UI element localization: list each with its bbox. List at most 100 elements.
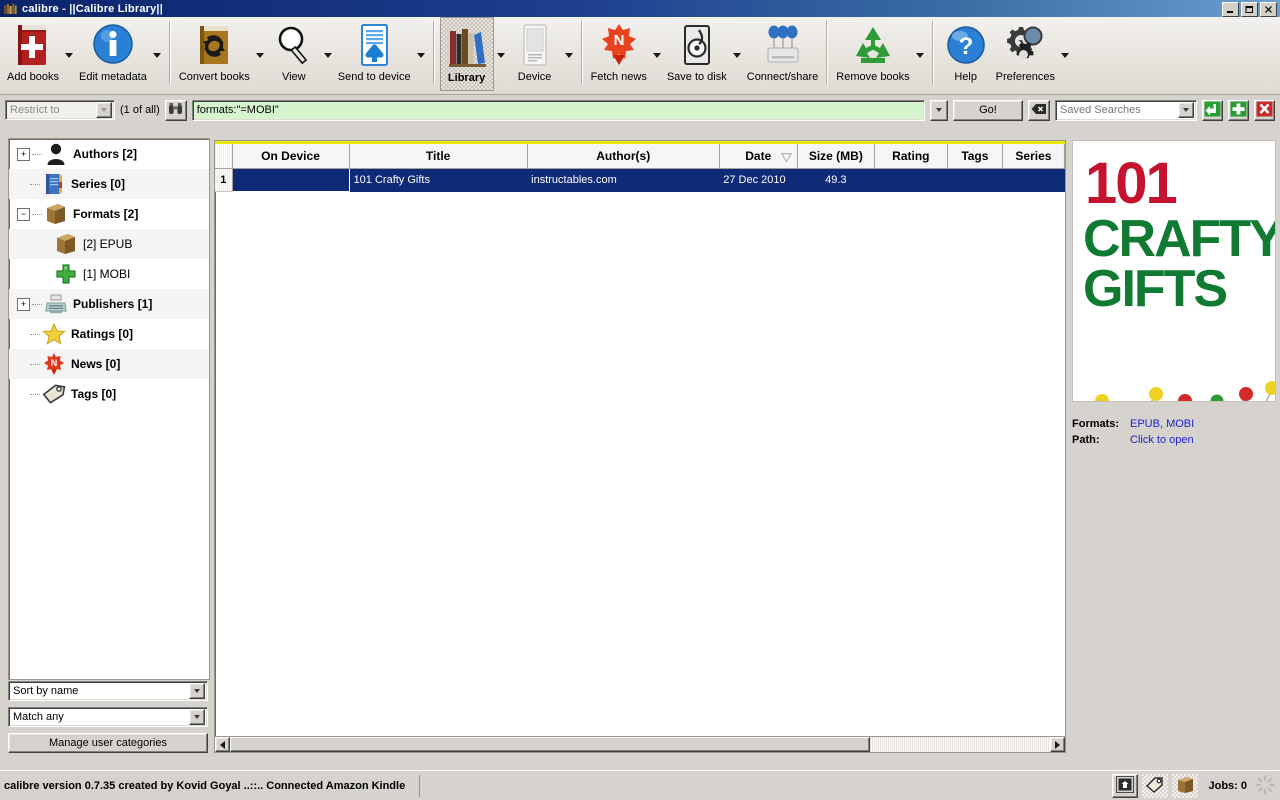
- book-details-button[interactable]: [1172, 774, 1198, 798]
- toolbar-button-help[interactable]: ? Help: [939, 17, 993, 91]
- cell-date[interactable]: 27 Dec 2010: [719, 169, 797, 192]
- column-header-tags[interactable]: Tags: [947, 144, 1002, 169]
- column-header-authors[interactable]: Author(s): [527, 144, 719, 169]
- tag-icon: [1145, 776, 1165, 796]
- tree-item-label: Series [0]: [71, 177, 125, 191]
- tree-item-label: [1] MOBI: [83, 267, 130, 281]
- column-header-rating[interactable]: Rating: [874, 144, 947, 169]
- toolbar-button-remove-books[interactable]: Remove books: [833, 17, 912, 91]
- cell-size[interactable]: 49.3: [797, 169, 874, 192]
- cell-tags[interactable]: [947, 169, 1002, 192]
- scroll-left-button[interactable]: [215, 737, 230, 752]
- library-dropdown-arrow[interactable]: [494, 17, 508, 91]
- expand-toggle-icon[interactable]: +: [17, 148, 30, 161]
- save-to-disk-dropdown-arrow[interactable]: [730, 17, 744, 91]
- tree-line: [32, 154, 42, 155]
- svg-text:?: ?: [958, 33, 973, 60]
- cell-rating[interactable]: [874, 169, 947, 192]
- toolbar-button-view[interactable]: View: [267, 17, 321, 91]
- column-header-date[interactable]: Date: [719, 144, 797, 169]
- column-header-on-device[interactable]: On Device: [232, 144, 349, 169]
- go-button[interactable]: Go!: [953, 100, 1023, 121]
- search-input[interactable]: formats:"=MOBI": [192, 100, 925, 121]
- column-header-series[interactable]: Series: [1002, 144, 1064, 169]
- collapse-toggle-icon[interactable]: −: [17, 208, 30, 221]
- book-list-horizontal-scrollbar[interactable]: [214, 736, 1066, 753]
- cover-browser-button[interactable]: [1112, 774, 1138, 798]
- tree-item-format-epub[interactable]: [2] EPUB: [9, 229, 209, 259]
- toolbar-button-device[interactable]: Device: [508, 17, 562, 91]
- toolbar-button-add-books[interactable]: Add books: [4, 17, 62, 91]
- fetch-news-dropdown-arrow[interactable]: [650, 17, 664, 91]
- book-list[interactable]: On Device Title Author(s) Date Size (MB)…: [214, 140, 1066, 738]
- toolbar-button-convert-books[interactable]: Convert books: [176, 17, 253, 91]
- saved-searches-placeholder: Saved Searches: [1060, 104, 1178, 116]
- tree-item-series[interactable]: Series [0]: [9, 169, 209, 199]
- tree-item-format-mobi[interactable]: [1] MOBI: [9, 259, 209, 289]
- toolbar-label: Help: [954, 71, 977, 83]
- tree-item-label: Authors [2]: [73, 147, 137, 161]
- manage-user-categories-button[interactable]: Manage user categories: [8, 733, 208, 753]
- status-message: calibre version 0.7.35 created by Kovid …: [0, 775, 420, 797]
- save-search-button[interactable]: [1228, 100, 1249, 121]
- main-toolbar: Add books Edit metadata: [0, 17, 1280, 95]
- advanced-search-button[interactable]: [165, 100, 187, 121]
- gears-icon: [1002, 21, 1048, 69]
- minimize-button[interactable]: [1222, 2, 1239, 17]
- add-books-dropdown-arrow[interactable]: [62, 17, 76, 91]
- toolbar-label: Device: [518, 71, 552, 83]
- edit-metadata-dropdown-arrow[interactable]: [150, 17, 164, 91]
- toolbar-button-send-to-device[interactable]: Send to device: [335, 17, 414, 91]
- tree-item-ratings[interactable]: Ratings [0]: [9, 319, 209, 349]
- restrict-to-combo[interactable]: Restrict to: [5, 100, 115, 120]
- toolbar-button-edit-metadata[interactable]: Edit metadata: [76, 17, 150, 91]
- tree-item-formats[interactable]: − Formats [2]: [9, 199, 209, 229]
- column-header-rownum[interactable]: [215, 144, 232, 169]
- saved-searches-combo[interactable]: Saved Searches: [1055, 100, 1197, 121]
- column-header-size[interactable]: Size (MB): [797, 144, 874, 169]
- chevron-down-icon[interactable]: [1178, 102, 1194, 118]
- tag-browser-button[interactable]: [1142, 774, 1168, 798]
- formats-value-link[interactable]: EPUB, MOBI: [1130, 418, 1194, 430]
- scroll-right-button[interactable]: [1050, 737, 1065, 752]
- convert-books-dropdown-arrow[interactable]: [253, 17, 267, 91]
- view-dropdown-arrow[interactable]: [321, 17, 335, 91]
- tag-browser[interactable]: + Authors [2]: [8, 138, 210, 680]
- tree-item-tags[interactable]: Tags [0]: [9, 379, 209, 409]
- toolbar-button-preferences[interactable]: Preferences: [993, 17, 1058, 91]
- device-dropdown-arrow[interactable]: [562, 17, 576, 91]
- chevron-down-icon[interactable]: [96, 102, 112, 118]
- delete-search-button[interactable]: [1254, 100, 1275, 121]
- clear-search-button[interactable]: [1028, 100, 1050, 121]
- tree-item-news[interactable]: N News [0]: [9, 349, 209, 379]
- send-to-device-dropdown-arrow[interactable]: [414, 17, 428, 91]
- expand-toggle-icon[interactable]: +: [17, 298, 30, 311]
- close-button[interactable]: [1260, 2, 1277, 17]
- toolbar-button-save-to-disk[interactable]: Save to disk: [664, 17, 730, 91]
- sort-by-combo[interactable]: Sort by name: [8, 681, 208, 701]
- cell-series[interactable]: [1002, 169, 1064, 192]
- path-open-link[interactable]: Click to open: [1130, 434, 1194, 446]
- scrollbar-thumb[interactable]: [230, 737, 870, 752]
- load-saved-search-button[interactable]: [1202, 100, 1223, 121]
- maximize-restore-button[interactable]: [1241, 2, 1258, 17]
- tree-item-publishers[interactable]: + Publishers [1]: [9, 289, 209, 319]
- book-cover[interactable]: 101 CRAFTY GIFTS: [1072, 140, 1276, 402]
- tree-item-authors[interactable]: + Authors [2]: [9, 139, 209, 169]
- jobs-spinner[interactable]: [1254, 775, 1276, 797]
- table-row[interactable]: 1 101 Crafty Gifts instructables.com 27 …: [215, 169, 1065, 192]
- remove-books-dropdown-arrow[interactable]: [913, 17, 927, 91]
- chevron-down-icon[interactable]: [189, 683, 205, 699]
- chevron-down-icon[interactable]: [189, 709, 205, 725]
- match-type-combo[interactable]: Match any: [8, 707, 208, 727]
- toolbar-button-connect-share[interactable]: Connect/share: [744, 17, 822, 91]
- scrollbar-track[interactable]: [230, 737, 1050, 752]
- cell-on-device[interactable]: [232, 169, 349, 192]
- toolbar-button-library[interactable]: Library: [440, 17, 494, 91]
- cell-authors[interactable]: instructables.com: [527, 169, 719, 192]
- search-history-dropdown[interactable]: [930, 100, 948, 121]
- column-header-title[interactable]: Title: [349, 144, 527, 169]
- preferences-dropdown-arrow[interactable]: [1058, 17, 1072, 91]
- cell-title[interactable]: 101 Crafty Gifts: [349, 169, 527, 192]
- toolbar-button-fetch-news[interactable]: N Fetch news: [588, 17, 650, 91]
